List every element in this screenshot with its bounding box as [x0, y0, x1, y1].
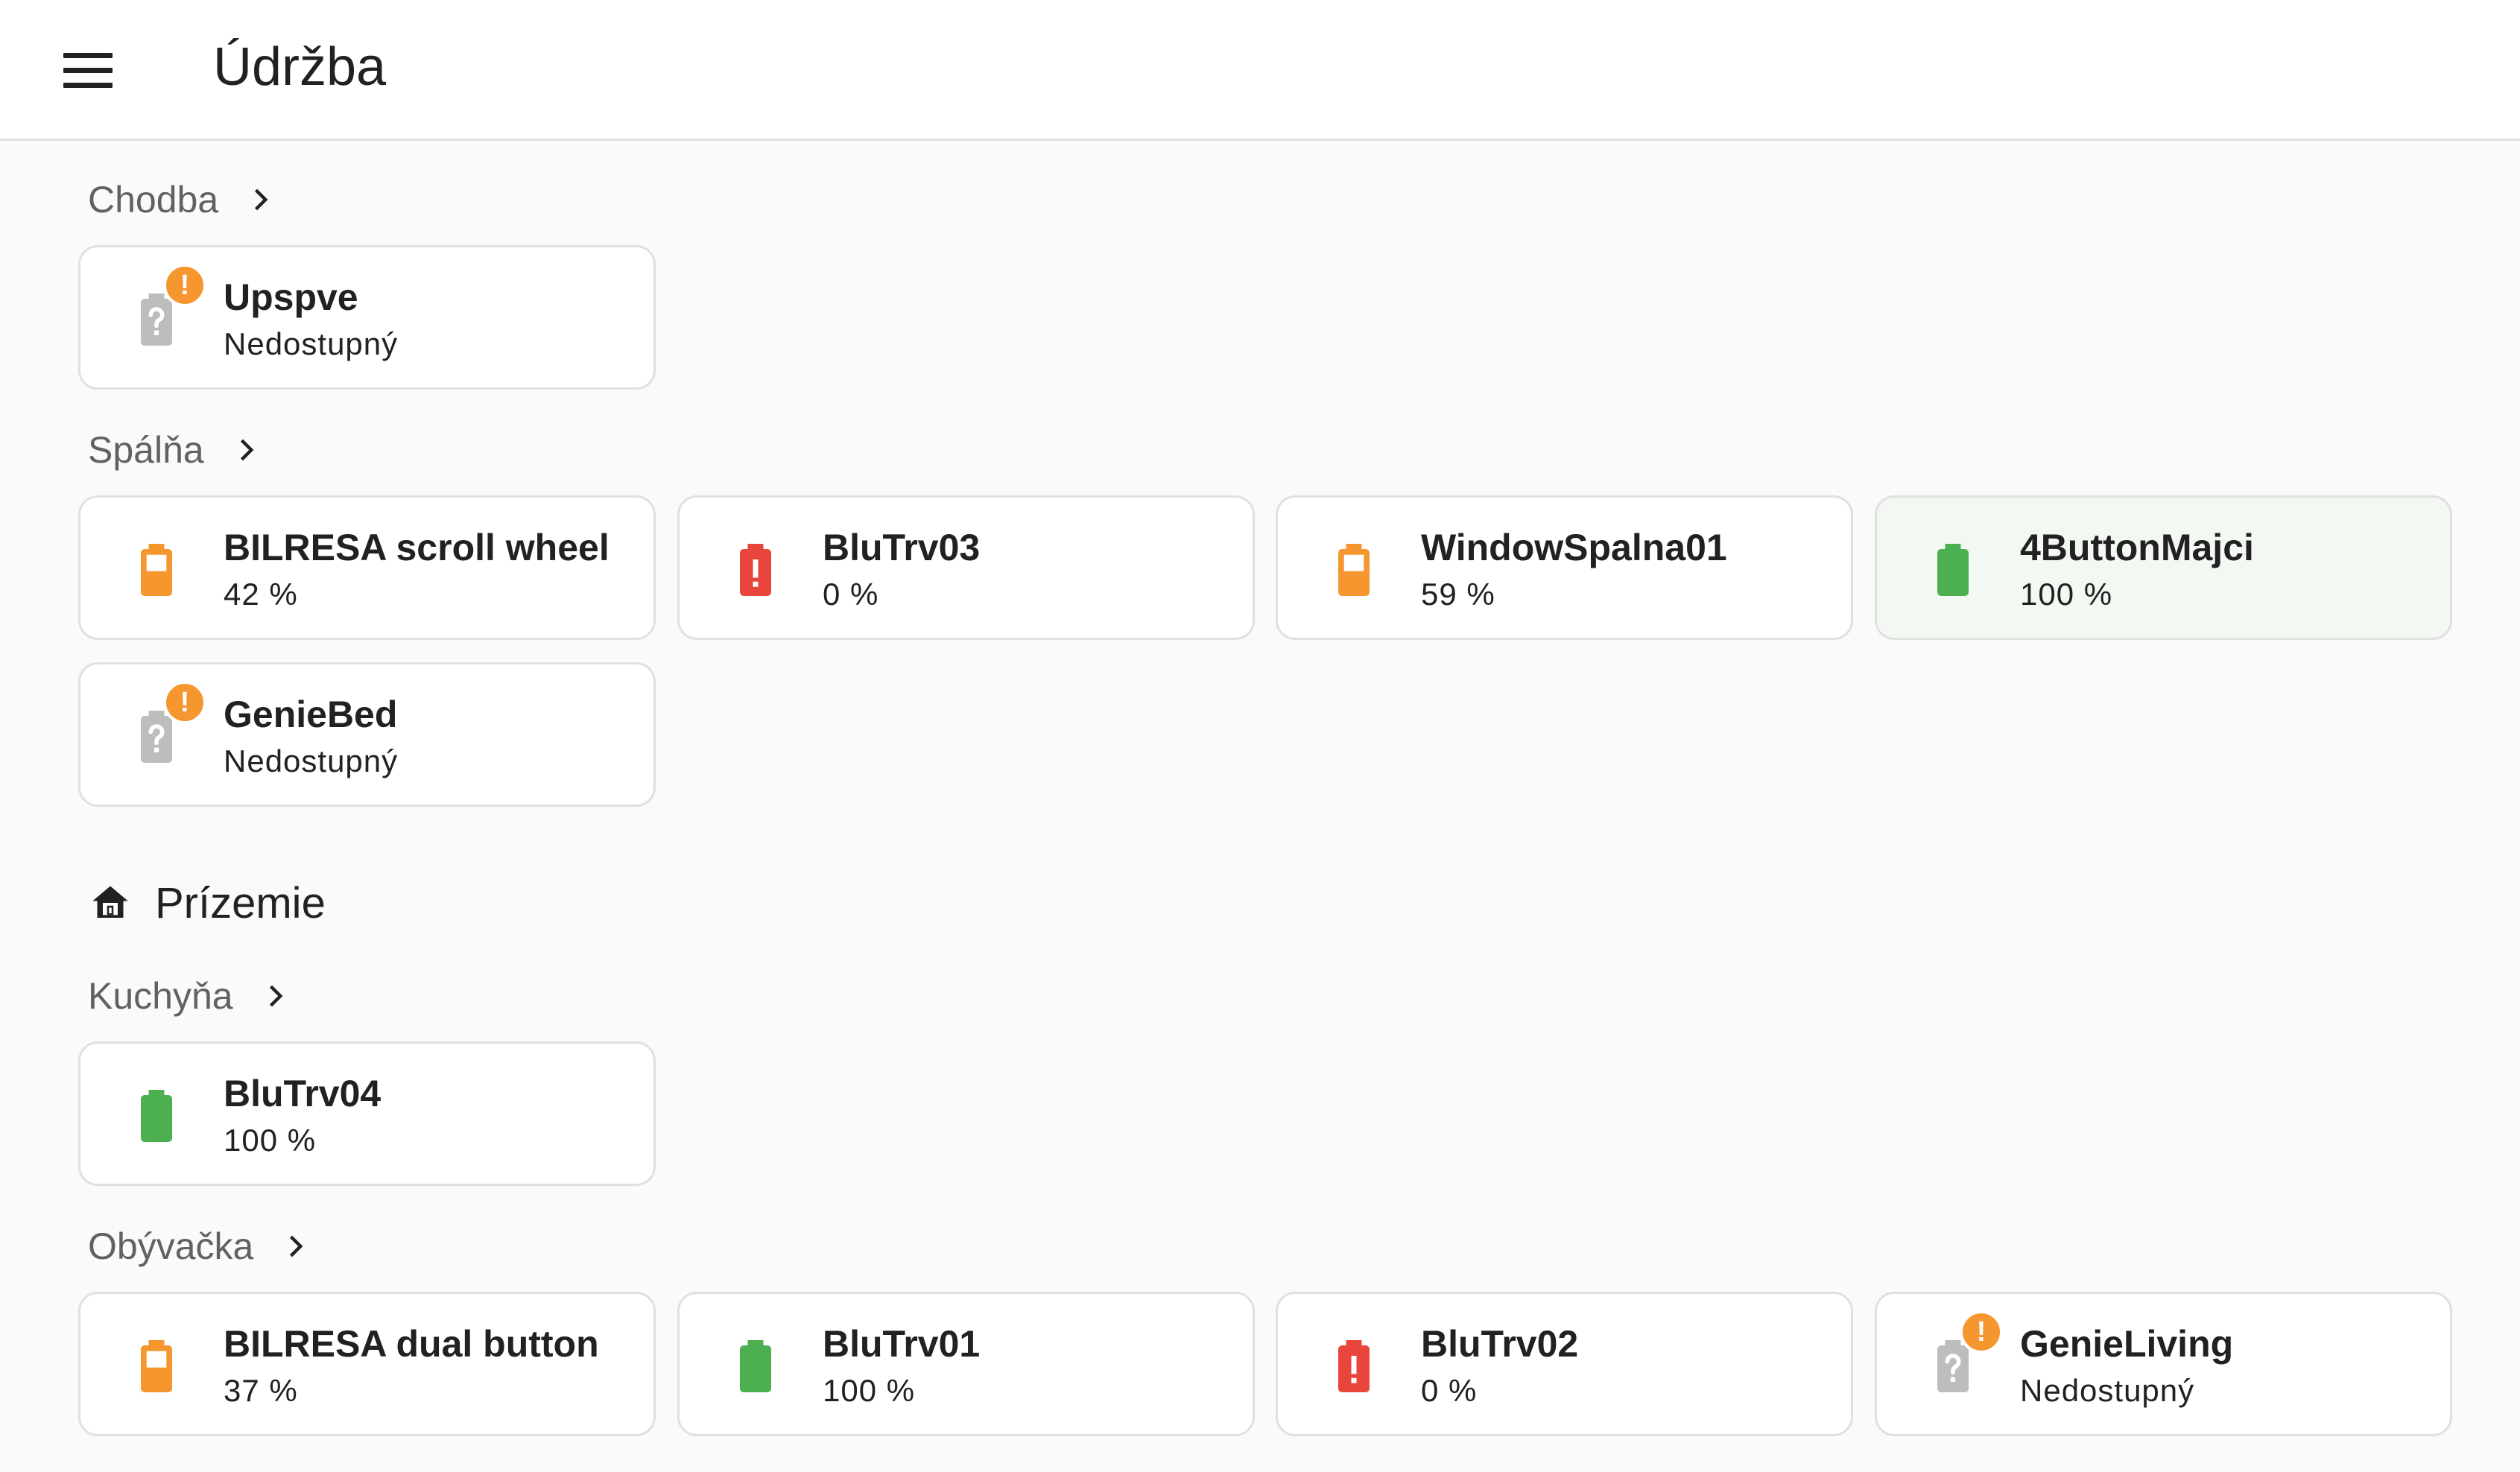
floor-name: Prízemie	[155, 878, 326, 927]
top-app-bar: Údržba	[0, 0, 2520, 141]
area-header-obyvacka[interactable]: Obývačka	[88, 1220, 311, 1272]
device-name: BILRESA dual button	[224, 1323, 599, 1365]
battery-full-icon	[125, 1081, 188, 1151]
battery-medium-icon	[125, 535, 188, 605]
device-state: 59 %	[1421, 577, 1495, 612]
device-state: Nedostupný	[224, 743, 399, 778]
area-header-kuchyna[interactable]: Kuchyňa	[88, 970, 291, 1022]
area-header-spalna[interactable]: Spálňa	[88, 424, 262, 476]
device-card-bilresa-dual-button[interactable]: BILRESA dual button 37 %	[78, 1292, 656, 1436]
warning-badge-icon: !	[163, 264, 206, 307]
battery-full-icon	[724, 1331, 787, 1401]
device-state: Nedostupný	[224, 326, 399, 361]
device-state: Nedostupný	[2020, 1373, 2195, 1408]
device-state: 0 %	[823, 577, 879, 612]
device-state: 42 %	[224, 577, 298, 612]
device-name: GenieBed	[224, 694, 398, 735]
device-name: BluTrv03	[823, 527, 981, 568]
battery-full-icon	[1922, 535, 1984, 605]
battery-alert-icon	[724, 535, 787, 605]
device-card-blutrv01[interactable]: BluTrv01 100 %	[677, 1292, 1255, 1436]
area-name: Obývačka	[88, 1225, 254, 1267]
device-card-4buttonmajci[interactable]: 4ButtonMajci 100 %	[1875, 495, 2452, 640]
device-name: BluTrv02	[1421, 1323, 1579, 1365]
warning-badge-icon: !	[163, 681, 206, 724]
device-card-genieliving[interactable]: ! GenieLiving Nedostupný	[1875, 1292, 2452, 1436]
device-name: GenieLiving	[2020, 1323, 2234, 1365]
device-state: 37 %	[224, 1373, 298, 1408]
device-card-blutrv04[interactable]: BluTrv04 100 %	[78, 1041, 656, 1186]
device-state: 100 %	[823, 1373, 916, 1408]
device-state: 100 %	[2020, 577, 2113, 612]
page-title: Údržba	[213, 37, 387, 97]
device-card-windowspalna01[interactable]: WindowSpalna01 59 %	[1276, 495, 1853, 640]
device-state: 100 %	[224, 1123, 317, 1158]
device-card-blutrv02[interactable]: BluTrv02 0 %	[1276, 1292, 1853, 1436]
device-name: 4ButtonMajci	[2020, 527, 2254, 568]
device-name: BILRESA scroll wheel	[224, 527, 610, 568]
battery-alert-icon	[1323, 1331, 1385, 1401]
device-name: BluTrv01	[823, 1323, 981, 1365]
device-card-geniebed[interactable]: ! GenieBed Nedostupný	[78, 662, 656, 807]
area-name: Chodba	[88, 179, 219, 221]
home-floor-icon	[88, 881, 133, 925]
battery-medium-icon	[125, 1331, 188, 1401]
device-card-bilresa-scroll-wheel[interactable]: BILRESA scroll wheel 42 %	[78, 495, 656, 640]
warning-badge-icon: !	[1960, 1310, 2003, 1354]
device-card-blutrv03[interactable]: BluTrv03 0 %	[677, 495, 1255, 640]
menu-icon[interactable]	[45, 37, 131, 103]
chevron-right-icon	[259, 980, 291, 1012]
device-name: WindowSpalna01	[1421, 527, 1727, 568]
device-name: BluTrv04	[224, 1073, 382, 1114]
battery-medium-icon	[1323, 535, 1385, 605]
device-card-upspve[interactable]: ! Upspve Nedostupný	[78, 245, 656, 390]
area-name: Kuchyňa	[88, 975, 233, 1017]
floor-header-prizemie: Prízemie	[88, 873, 326, 933]
chevron-right-icon	[244, 183, 276, 216]
area-name: Spálňa	[88, 429, 204, 471]
device-name: Upspve	[224, 276, 358, 318]
device-state: 0 %	[1421, 1373, 1478, 1408]
chevron-right-icon	[229, 434, 262, 466]
area-header-chodba[interactable]: Chodba	[88, 174, 276, 226]
chevron-right-icon	[279, 1230, 311, 1263]
